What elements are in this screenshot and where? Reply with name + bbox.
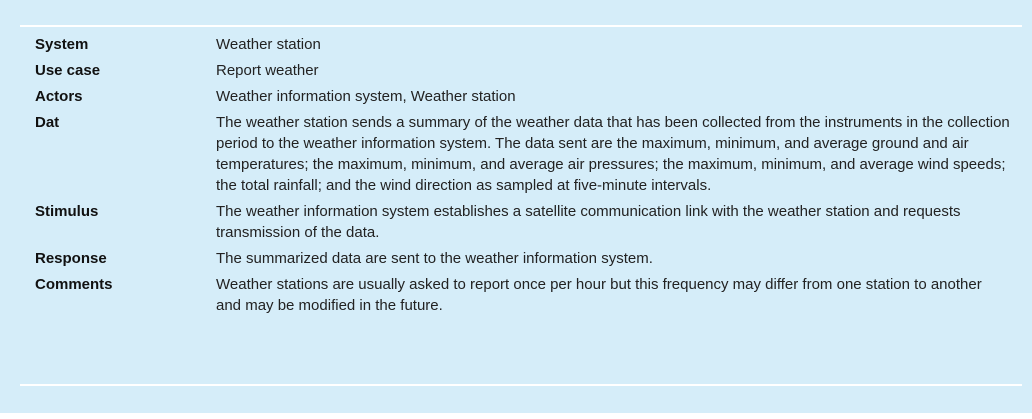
row-value: The weather information system establish… <box>216 203 961 241</box>
row-label: Comments <box>35 276 113 293</box>
row-label: Dat <box>35 114 60 131</box>
table-row-system: System Weather station <box>35 34 1010 60</box>
row-label: Response <box>35 250 107 267</box>
table-row-use-case: Use case Report weather <box>35 60 1010 86</box>
row-value: Weather stations are usually asked to re… <box>216 276 982 314</box>
row-value: Weather station <box>216 36 321 53</box>
table-row-actors: Actors Weather information system, Weath… <box>35 86 1010 112</box>
row-value: Report weather <box>216 62 319 79</box>
use-case-panel: System Weather station Use case Report w… <box>0 0 1032 413</box>
table-row-stimulus: Stimulus The weather information system … <box>35 201 1010 248</box>
row-value: The summarized data are sent to the weat… <box>216 250 653 267</box>
row-value: The weather station sends a summary of t… <box>216 114 1010 194</box>
row-label: Use case <box>35 62 101 79</box>
table-row-comments: Comments Weather stations are usually as… <box>35 274 1010 321</box>
row-label: System <box>35 36 89 53</box>
row-value: Weather information system, Weather stat… <box>216 88 516 105</box>
row-label: Stimulus <box>35 203 99 220</box>
top-divider <box>20 25 1022 27</box>
table-row-response: Response The summarized data are sent to… <box>35 248 1010 274</box>
row-label: Actors <box>35 88 83 105</box>
use-case-table: System Weather station Use case Report w… <box>35 34 1010 321</box>
table-row-data: Dat The weather station sends a summary … <box>35 112 1010 201</box>
bottom-divider <box>20 384 1022 386</box>
